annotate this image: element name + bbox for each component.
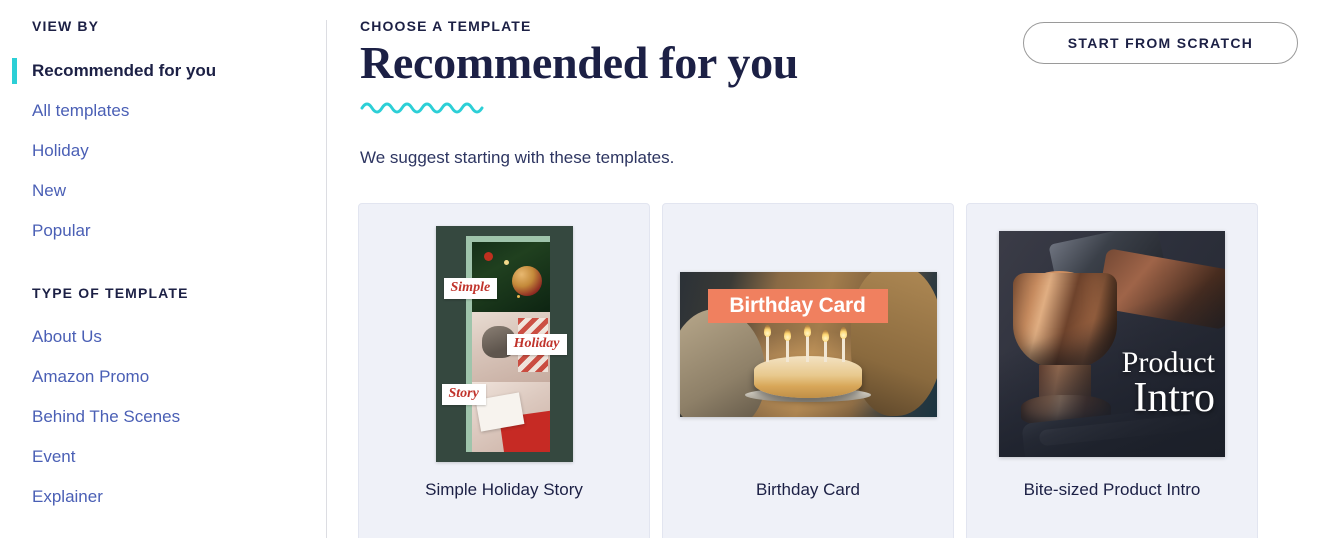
sidebar-item-label: Recommended for you bbox=[32, 61, 217, 80]
sidebar-item-label: All templates bbox=[32, 101, 130, 120]
product-overlay-line-2: Intro bbox=[1133, 374, 1215, 421]
sidebar-item-label: Amazon Promo bbox=[32, 367, 150, 386]
story-overlay-label-story: Story bbox=[441, 384, 486, 405]
template-thumbnail-wrap: Product Intro bbox=[967, 204, 1257, 484]
story-overlay-label-simple: Simple bbox=[443, 278, 498, 299]
sidebar-item-popular[interactable]: Popular bbox=[0, 211, 326, 251]
sidebar-group-title: TYPE OF TEMPLATE bbox=[32, 285, 189, 301]
sidebar-item-new[interactable]: New bbox=[0, 171, 326, 211]
birthday-cake bbox=[754, 355, 862, 398]
template-card-bite-sized-product-intro[interactable]: Product Intro Bite-sized Product Intro bbox=[966, 203, 1258, 538]
sidebar-item-label: New bbox=[32, 181, 67, 200]
sidebar-item-recommended-for-you[interactable]: Recommended for you bbox=[0, 51, 326, 91]
product-overlay-line-1: Product bbox=[1121, 346, 1215, 380]
sidebar-item-label: About Us bbox=[32, 327, 102, 346]
active-indicator-bar bbox=[12, 58, 17, 84]
template-card-title: Birthday Card bbox=[756, 480, 860, 499]
sidebar-item-about-us[interactable]: About Us bbox=[0, 317, 326, 357]
sidebar-item-label: Event bbox=[32, 447, 76, 466]
template-thumbnail-product-intro: Product Intro bbox=[999, 231, 1225, 457]
sidebar-item-explainer[interactable]: Explainer bbox=[0, 477, 326, 517]
template-card-birthday-card[interactable]: Birthday Card Birthday Card bbox=[662, 203, 954, 538]
sidebar: VIEW BY Recommended for you All template… bbox=[0, 0, 327, 538]
template-thumbnail-birthday-card: Birthday Card bbox=[679, 271, 937, 417]
subtitle-text: We suggest starting with these templates… bbox=[360, 147, 675, 167]
sidebar-item-label: Popular bbox=[32, 221, 91, 240]
template-thumbnail-simple-holiday-story: Simple Holiday Story bbox=[435, 226, 573, 462]
sidebar-item-behind-the-scenes[interactable]: Behind The Scenes bbox=[0, 397, 326, 437]
template-card-title: Simple Holiday Story bbox=[425, 480, 583, 499]
template-thumbnail-wrap: Simple Holiday Story bbox=[359, 204, 649, 484]
sidebar-item-holiday[interactable]: Holiday bbox=[0, 131, 326, 171]
sidebar-group-title: VIEW BY bbox=[32, 18, 100, 34]
sidebar-item-amazon-promo[interactable]: Amazon Promo bbox=[0, 357, 326, 397]
product-overlay-text: Product Intro bbox=[1122, 348, 1215, 419]
template-card-title: Bite-sized Product Intro bbox=[1023, 480, 1201, 499]
product-cloth-shadow bbox=[999, 231, 1225, 457]
sidebar-group-type-of-template: TYPE OF TEMPLATE About Us Amazon Promo B… bbox=[0, 285, 326, 517]
sidebar-item-all-templates[interactable]: All templates bbox=[0, 91, 326, 131]
template-card-grid: Simple Holiday Story Simple Holiday Stor… bbox=[358, 203, 1258, 538]
sidebar-item-label: Behind The Scenes bbox=[32, 407, 181, 426]
story-overlay-label-holiday: Holiday bbox=[506, 334, 567, 355]
sidebar-item-label: Holiday bbox=[32, 141, 89, 160]
sidebar-group-view-by: VIEW BY Recommended for you All template… bbox=[0, 18, 326, 251]
sidebar-item-label: Explainer bbox=[32, 487, 103, 506]
story-photo-ornaments bbox=[471, 242, 550, 312]
template-chooser-page: VIEW BY Recommended for you All template… bbox=[0, 0, 1330, 538]
template-card-simple-holiday-story[interactable]: Simple Holiday Story Simple Holiday Stor… bbox=[358, 203, 650, 538]
sidebar-item-event[interactable]: Event bbox=[0, 437, 326, 477]
template-thumbnail-wrap: Birthday Card bbox=[663, 204, 953, 484]
birthday-overlay-banner: Birthday Card bbox=[707, 288, 888, 323]
squiggle-divider-icon bbox=[360, 102, 484, 114]
start-from-scratch-label: START FROM SCRATCH bbox=[1067, 35, 1254, 51]
start-from-scratch-button[interactable]: START FROM SCRATCH bbox=[1023, 22, 1298, 64]
birthday-candles bbox=[760, 324, 856, 362]
